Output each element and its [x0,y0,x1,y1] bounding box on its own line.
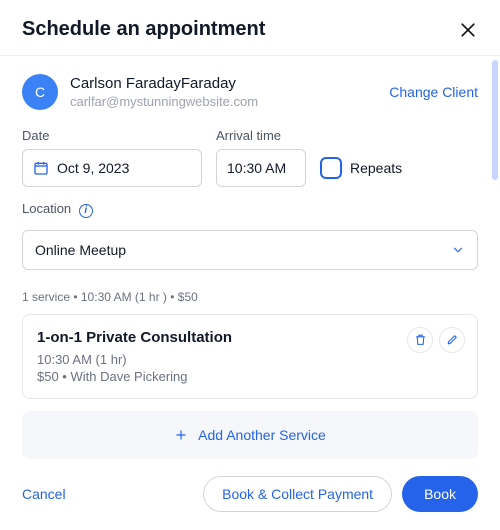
scrollbar[interactable] [492,60,498,180]
arrival-time-input[interactable]: 10:30 AM [216,149,306,187]
service-price-staff: $50 • With Dave Pickering [37,369,463,384]
client-row: C Carlson FaradayFaraday carlfar@mystunn… [22,74,478,110]
service-time: 10:30 AM (1 hr) [37,352,463,367]
calendar-icon [33,160,49,176]
repeats-label: Repeats [350,160,402,176]
pencil-icon [446,333,459,346]
book-button[interactable]: Book [402,476,478,512]
close-icon [458,20,478,40]
add-service-label: Add Another Service [198,427,326,443]
client-email: carlfar@mystunningwebsite.com [70,94,377,109]
arrival-label: Arrival time [216,128,306,143]
change-client-link[interactable]: Change Client [389,84,478,100]
page-title: Schedule an appointment [22,18,265,41]
location-label: Location i [22,201,478,218]
cancel-button[interactable]: Cancel [22,486,66,502]
location-value: Online Meetup [35,242,126,258]
date-value: Oct 9, 2023 [57,160,129,176]
service-title: 1-on-1 Private Consultation [37,329,463,346]
location-select[interactable]: Online Meetup [22,230,478,270]
services-summary: 1 service • 10:30 AM (1 hr ) • $50 [22,290,478,304]
delete-service-button[interactable] [407,327,433,353]
plus-icon [174,428,188,442]
info-icon[interactable]: i [79,204,93,218]
close-button[interactable] [458,20,478,40]
trash-icon [414,333,427,346]
avatar: C [22,74,58,110]
date-label: Date [22,128,202,143]
edit-service-button[interactable] [439,327,465,353]
repeats-checkbox[interactable] [320,157,342,179]
book-collect-payment-button[interactable]: Book & Collect Payment [203,476,392,512]
add-another-service-button[interactable]: Add Another Service [22,411,478,459]
client-name: Carlson FaradayFaraday [70,75,377,92]
arrival-time-value: 10:30 AM [227,160,286,176]
date-input[interactable]: Oct 9, 2023 [22,149,202,187]
chevron-down-icon [451,243,465,257]
service-card: 1-on-1 Private Consultation 10:30 AM (1 … [22,314,478,399]
